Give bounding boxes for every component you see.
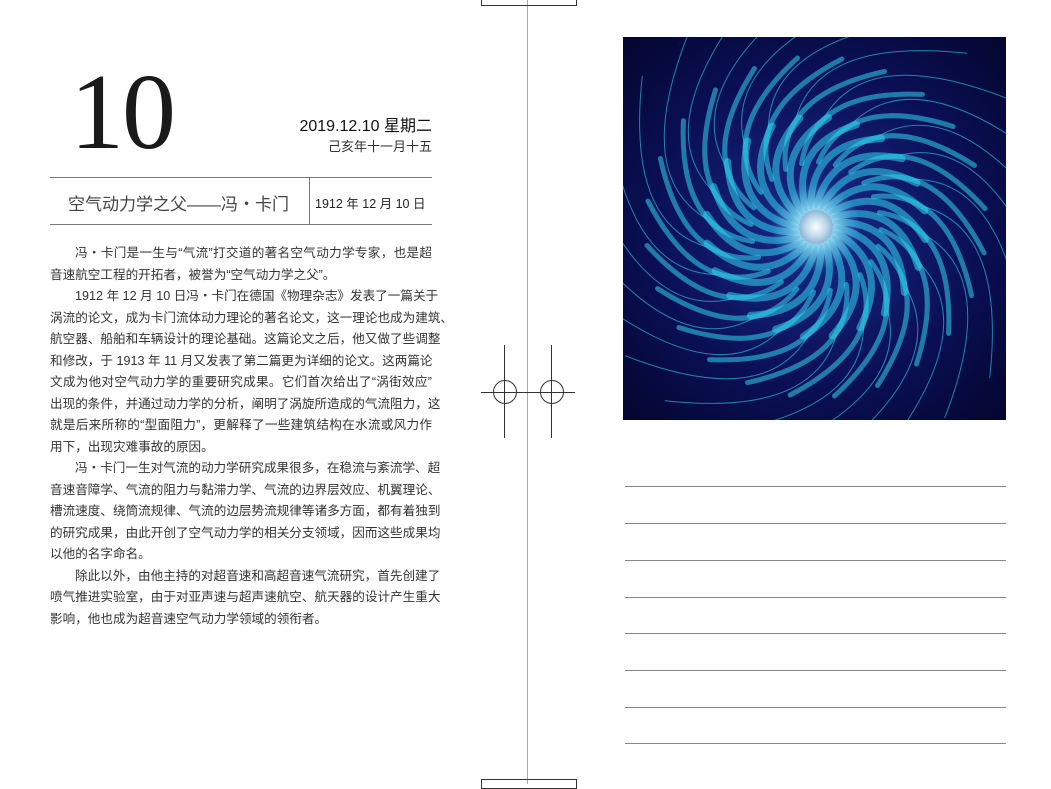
- body-line: 和修改，于 1913 年 11 月又发表了第二篇更为详细的论文。这两篇论: [50, 353, 433, 368]
- body-line: 出现的条件，并通过动力学的分析，阐明了涡旋所造成的气流阻力，这: [50, 396, 441, 411]
- registration-mark-icon: [493, 380, 517, 404]
- body-line: 音速航空工程的开拓者，被誉为“空气动力学之父”。: [50, 267, 336, 282]
- note-line: [625, 743, 1006, 744]
- crop-mark-top: [481, 0, 577, 6]
- crop-mark-bottom: [481, 779, 577, 789]
- note-line: [625, 633, 1006, 634]
- body-line: 冯・卡门一生对气流的动力学研究成果很多，在稳流与紊流学、超: [75, 461, 441, 475]
- note-line: [625, 670, 1006, 671]
- body-line: 以他的名字命名。: [50, 547, 151, 561]
- body-line: 航空器、船舶和车辆设计的理论基础。这篇论文之后，他又做了些调整: [50, 332, 441, 346]
- note-line: [625, 597, 1006, 598]
- body-line: 用下，出现灾难事故的原因。: [50, 439, 214, 454]
- body-line: 就是后来所称的“型面阻力”，更解释了一些建筑结构在水流或风力作: [50, 418, 432, 432]
- body-line: 除此以外，由他主持的对超音速和高超音速气流研究，首先创建了: [75, 568, 441, 583]
- body-line: 1912 年 12 月 10 日冯・卡门在德国《物理杂志》发表了一篇关于: [75, 289, 439, 303]
- body-line: 喷气推进实验室，由于对亚声速与超声速航空、航天器的设计产生重大: [50, 590, 441, 604]
- spiral-illustration: [623, 37, 1006, 420]
- note-line: [625, 486, 1006, 487]
- body-line: 的研究成果，由此开创了空气动力学的相关分支领域，因而这些成果均: [50, 525, 441, 540]
- note-line: [625, 523, 1006, 524]
- day-number: 10: [70, 53, 176, 172]
- body-line: 槽流速度、绕筒流规律、气流的边层势流规律等诸多方面，都有着独到: [50, 504, 441, 518]
- article-title: 空气动力学之父——冯・卡门: [68, 195, 289, 214]
- gregorian-date: 2019.12.10 星期二: [299, 118, 432, 135]
- lunar-date: 己亥年十一月十五: [327, 139, 432, 154]
- article-header: 空气动力学之父——冯・卡门 1912 年 12 月 10 日: [50, 177, 432, 225]
- registration-mark-icon: [540, 380, 564, 404]
- body-line: 涡流的论文，成为卡门流体动力理论的著名论文，这一理论也成为建筑、: [50, 310, 453, 325]
- header-divider: [309, 178, 310, 224]
- note-line: [625, 560, 1006, 561]
- body-line: 音速音障学、气流的阻力与黏滞力学、气流的边界层效应、机翼理论、: [50, 482, 441, 497]
- article-body: 冯・卡门是一生与“气流”打交道的著名空气动力学专家，也是超音速航空工程的开拓者，…: [50, 243, 453, 630]
- event-date: 1912 年 12 月 10 日: [315, 197, 426, 211]
- note-line: [625, 707, 1006, 708]
- body-line: 冯・卡门是一生与“气流”打交道的著名空气动力学专家，也是超: [75, 246, 432, 260]
- body-line: 文成为他对空气动力学的重要研究成果。它们首次给出了“涡街效应”: [50, 375, 432, 389]
- body-line: 影响，他也成为超音速空气动力学领域的领衔者。: [50, 611, 328, 626]
